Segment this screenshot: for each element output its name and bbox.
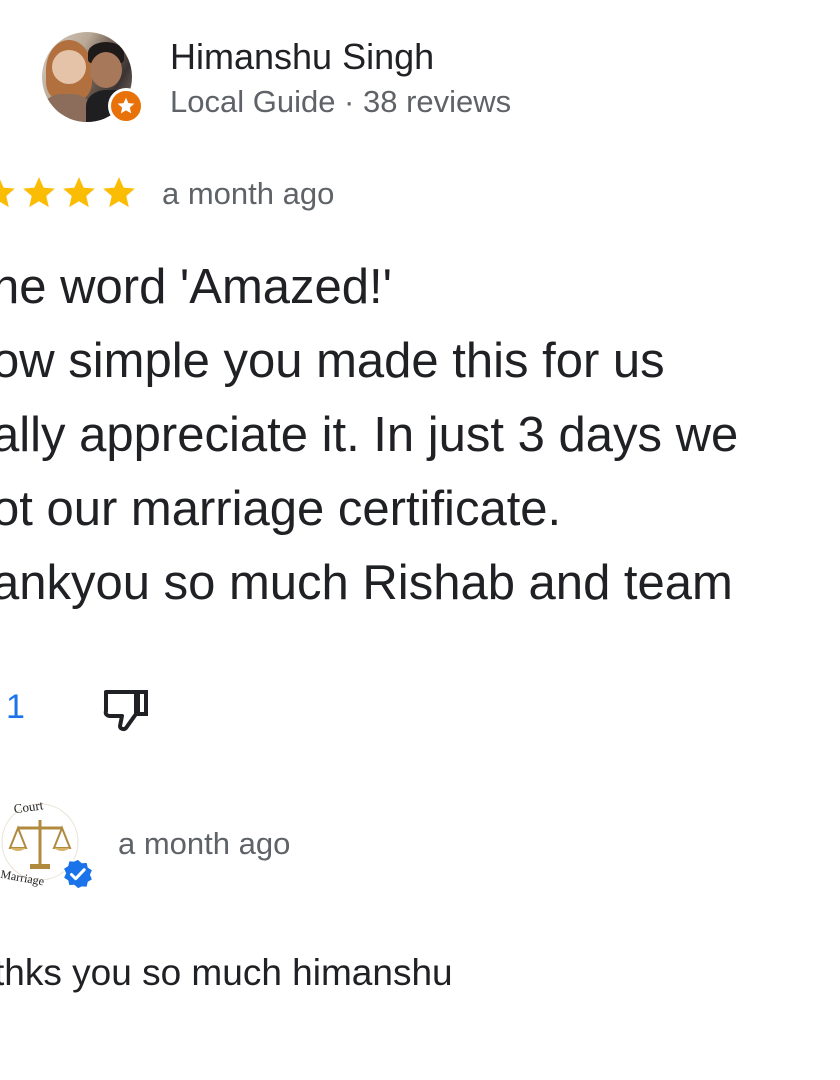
review-line: ankyou so much Rishab and team: [0, 556, 733, 610]
owner-response-date: a month ago: [118, 826, 291, 861]
star-rating: [0, 174, 138, 218]
thumbs-down-icon[interactable]: [100, 684, 152, 736]
review-date: a month ago: [162, 176, 335, 211]
like-count[interactable]: 1: [6, 688, 25, 727]
owner-reply-text: thks you so much himanshu: [0, 952, 453, 993]
review-line: ally appreciate it. In just 3 days we: [0, 408, 739, 462]
verified-check-icon: [62, 858, 94, 890]
star-icon: [23, 177, 55, 208]
review-line: ot our marriage certificate.: [0, 482, 562, 536]
review-text: he word 'Amazed!' ow simple you made thi…: [0, 250, 738, 620]
star-icon: [63, 177, 95, 208]
local-guide-badge-icon: [108, 88, 144, 124]
reviewer-name[interactable]: Himanshu Singh: [170, 36, 434, 78]
review-line: ow simple you made this for us: [0, 334, 665, 388]
star-icon: [103, 177, 135, 208]
review-line: he word 'Amazed!': [0, 260, 393, 314]
star-icon: [0, 179, 15, 208]
reviewer-meta[interactable]: Local Guide · 38 reviews: [170, 84, 511, 120]
